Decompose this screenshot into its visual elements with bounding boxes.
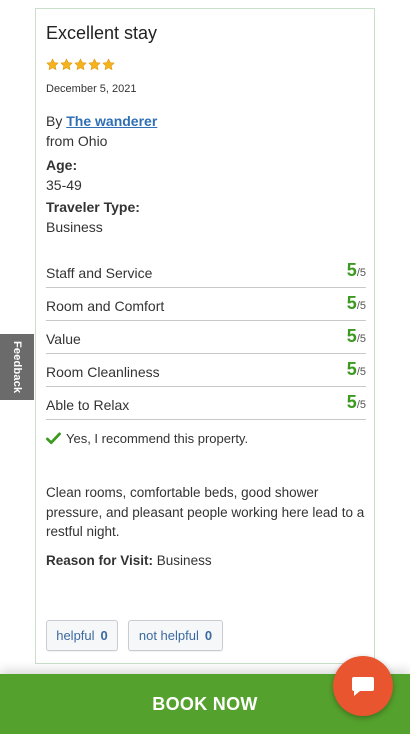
rating-label: Room and Comfort [46,298,165,314]
chat-bubble-icon [350,673,376,699]
category-ratings: Staff and Service 5/5 Room and Comfort 5… [46,256,366,420]
star-icon [46,58,59,71]
rating-label: Staff and Service [46,265,153,281]
age-label: Age: [46,157,78,173]
reason-label: Reason for Visit: [46,553,154,568]
author-location: from Ohio [46,133,108,149]
recommend-text: Yes, I recommend this property. [66,431,249,446]
review-date: December 5, 2021 [46,83,137,95]
star-icon [60,58,73,71]
helpful-label: helpful [56,628,95,643]
rating-row: Room and Comfort 5/5 [46,288,366,321]
rating-score: 5/5 [347,392,366,413]
not-helpful-count: 0 [204,628,213,643]
rating-value: 5 [346,392,357,412]
helpful-button[interactable]: helpful 0 [46,620,118,651]
rating-max: /5 [356,300,366,312]
chat-button[interactable] [333,656,393,716]
author-link[interactable]: The wanderer [66,113,157,129]
recommend-line: Yes, I recommend this property. [46,431,248,446]
rating-max: /5 [356,366,366,378]
star-rating [46,58,115,71]
review-body: Clean rooms, comfortable beds, good show… [46,485,365,539]
not-helpful-button[interactable]: not helpful 0 [128,620,223,651]
rating-score: 5/5 [347,260,366,281]
rating-max: /5 [356,333,366,345]
rating-score: 5/5 [347,293,366,314]
helpful-count: 0 [100,628,108,643]
by-prefix: By [46,113,63,129]
reason-for-visit: Reason for Visit: Business [46,553,212,568]
rating-value: 5 [346,293,357,313]
feedback-tab[interactable]: Feedback [0,334,34,400]
rating-max: /5 [356,267,366,279]
rating-value: 5 [346,326,357,346]
checkmark-icon [46,432,61,445]
rating-row: Able to Relax 5/5 [46,387,366,420]
author-line: By The wanderer [46,113,157,129]
feedback-label: Feedback [11,340,23,394]
rating-label: Value [46,331,81,347]
rating-row: Value 5/5 [46,321,366,354]
age-value: 35-49 [46,177,82,193]
not-helpful-label: not helpful [138,628,199,643]
review-card: Excellent stay December 5, 2021 By The w… [35,8,375,664]
rating-value: 5 [346,260,357,280]
rating-label: Room Cleanliness [46,364,160,380]
rating-label: Able to Relax [46,397,130,413]
traveler-type-label: Traveler Type: [46,199,140,215]
rating-score: 5/5 [347,359,366,380]
rating-value: 5 [346,359,357,379]
star-icon [102,58,115,71]
review-title: Excellent stay [46,23,158,43]
traveler-type-value: Business [46,219,103,235]
star-icon [88,58,101,71]
rating-max: /5 [356,399,366,411]
reason-value: Business [156,553,212,568]
rating-row: Room Cleanliness 5/5 [46,354,366,387]
book-now-label: BOOK NOW [152,693,258,714]
rating-score: 5/5 [347,326,366,347]
star-icon [74,58,87,71]
rating-row: Staff and Service 5/5 [46,256,366,288]
